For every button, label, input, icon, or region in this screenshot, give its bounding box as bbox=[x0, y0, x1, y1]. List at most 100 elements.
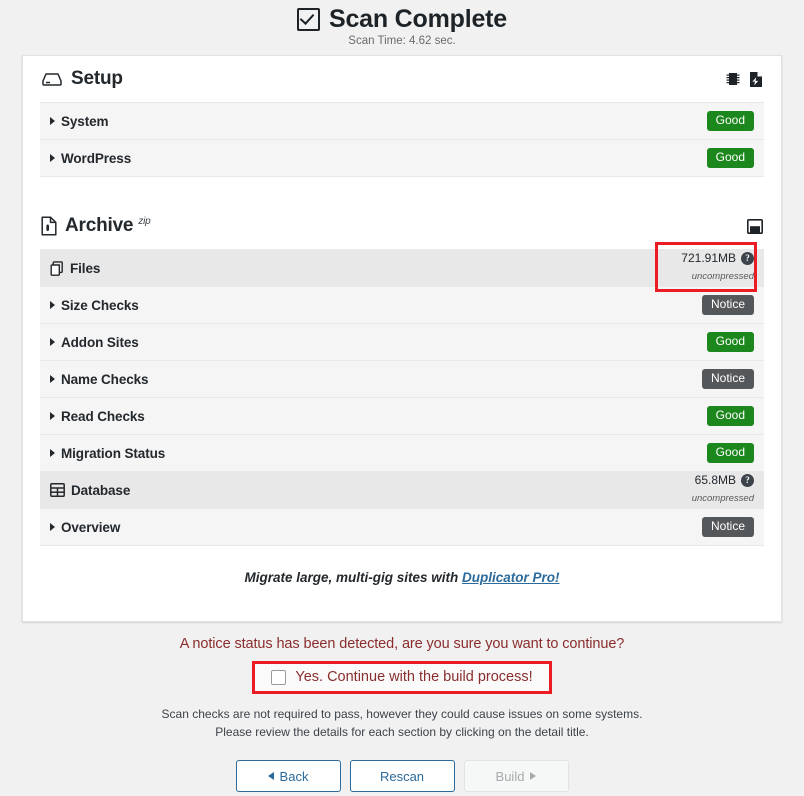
chevron-right-icon bbox=[50, 449, 55, 457]
chevron-right-icon bbox=[50, 301, 55, 309]
promo-banner: Migrate large, multi-gig sites with Dupl… bbox=[40, 546, 764, 621]
build-button[interactable]: Build bbox=[463, 760, 569, 792]
status-badge: Good bbox=[706, 406, 754, 426]
table-row[interactable]: Migration Status Good bbox=[40, 435, 764, 472]
table-grid-icon bbox=[50, 483, 65, 497]
table-row[interactable]: Name Checks Notice bbox=[40, 361, 764, 398]
row-status: Good bbox=[706, 443, 754, 463]
database-row[interactable]: Database 65.8MB ? uncompressed bbox=[40, 472, 764, 509]
rescan-button[interactable]: Rescan bbox=[349, 760, 455, 792]
question-mark-icon[interactable]: ? bbox=[741, 474, 754, 488]
row-status: Good bbox=[706, 148, 754, 168]
archive-row-label: Addon Sites bbox=[50, 335, 139, 350]
setup-row-label: System bbox=[50, 113, 109, 129]
sub-note-line-1: Scan checks are not required to pass, ho… bbox=[161, 707, 643, 721]
setup-title-text: Setup bbox=[71, 68, 123, 89]
row-text: Files bbox=[70, 260, 101, 276]
status-badge: Good bbox=[706, 443, 754, 463]
chevron-right-icon bbox=[50, 117, 55, 125]
section-spacer bbox=[40, 177, 764, 203]
continue-confirm-box[interactable]: Yes. Continue with the build process! bbox=[252, 661, 552, 694]
archive-row-label: Name Checks bbox=[50, 372, 149, 387]
chevron-right-icon bbox=[50, 412, 55, 420]
scan-results-card: Setup System Good WordPress Good Archive… bbox=[22, 55, 782, 622]
chevron-right-icon bbox=[50, 338, 55, 346]
continue-checkbox-label: Yes. Continue with the build process! bbox=[295, 669, 533, 685]
archive-box-icon[interactable] bbox=[747, 218, 763, 234]
scan-time-text: Scan Time: 4.62 sec. bbox=[348, 35, 456, 47]
setup-actions bbox=[726, 71, 763, 88]
row-status: Notice bbox=[701, 369, 754, 389]
archive-rows: Files 721.91MB ? uncompressed Size Check… bbox=[40, 250, 764, 546]
copy-files-icon bbox=[50, 260, 64, 276]
status-badge: Good bbox=[706, 148, 754, 168]
row-text: System bbox=[61, 113, 109, 129]
files-size-note: uncompressed bbox=[691, 270, 754, 282]
arrow-left-icon bbox=[267, 772, 274, 780]
page-title-text: Scan Complete bbox=[328, 5, 507, 33]
continue-checkbox[interactable] bbox=[271, 669, 287, 685]
status-badge: Notice bbox=[701, 517, 754, 537]
table-row[interactable]: Addon Sites Good bbox=[40, 324, 764, 361]
database-size: 65.8MB ? uncompressed bbox=[691, 472, 754, 506]
status-badge: Notice bbox=[701, 369, 754, 389]
archive-format-superscript: zip bbox=[138, 216, 151, 227]
database-size-note: uncompressed bbox=[691, 492, 754, 504]
archive-files-row[interactable]: Files 721.91MB ? uncompressed bbox=[40, 250, 764, 287]
database-row-label: Overview bbox=[50, 520, 120, 535]
chevron-right-icon bbox=[50, 154, 55, 162]
archive-section-header: Archive zip bbox=[40, 203, 764, 250]
row-status: Notice bbox=[701, 295, 754, 315]
status-badge: Good bbox=[706, 332, 754, 352]
sub-note-line-2: Please review the details for each secti… bbox=[215, 725, 589, 739]
checkbox-checked-icon bbox=[296, 8, 320, 31]
setup-title: Setup bbox=[41, 68, 123, 90]
files-size-value: 721.91MB bbox=[681, 250, 736, 265]
row-text: Database bbox=[71, 482, 131, 498]
archive-row-label: Migration Status bbox=[50, 446, 165, 461]
row-status: Good bbox=[706, 406, 754, 426]
archive-row-label: Read Checks bbox=[50, 409, 145, 424]
table-row[interactable]: Overview Notice bbox=[40, 509, 764, 546]
row-text: Addon Sites bbox=[61, 334, 139, 350]
chevron-right-icon bbox=[50, 523, 55, 531]
table-row[interactable]: WordPress Good bbox=[40, 140, 764, 177]
notice-question-text: A notice status has been detected, are y… bbox=[179, 636, 625, 652]
archive-row-label: Size Checks bbox=[50, 298, 139, 313]
back-button[interactable]: Back bbox=[235, 760, 341, 792]
table-row[interactable]: Size Checks Notice bbox=[40, 287, 764, 324]
table-row[interactable]: Read Checks Good bbox=[40, 398, 764, 435]
row-text: Migration Status bbox=[61, 445, 166, 461]
archive-title: Archive zip bbox=[41, 215, 151, 237]
row-status: Notice bbox=[701, 517, 754, 537]
file-zip-icon bbox=[41, 216, 57, 236]
archive-actions bbox=[747, 218, 763, 234]
row-text: Size Checks bbox=[61, 297, 139, 313]
row-status: Good bbox=[706, 111, 754, 131]
memory-chip-icon[interactable] bbox=[726, 71, 740, 87]
setup-row-label: WordPress bbox=[50, 151, 131, 166]
question-mark-icon[interactable]: ? bbox=[741, 252, 754, 266]
database-label: Database bbox=[50, 483, 130, 498]
archive-title-text: Archive bbox=[65, 215, 134, 236]
promo-text: Migrate large, multi-gig sites with bbox=[244, 570, 462, 585]
button-row: Back Rescan Build bbox=[0, 760, 804, 792]
row-text: WordPress bbox=[61, 150, 132, 166]
row-text: Read Checks bbox=[61, 408, 145, 424]
duplicator-pro-link[interactable]: Duplicator Pro! bbox=[462, 570, 560, 585]
back-button-label: Back bbox=[279, 768, 309, 784]
scan-sub-note: Scan checks are not required to pass, ho… bbox=[0, 705, 804, 741]
file-power-icon[interactable] bbox=[749, 71, 763, 88]
status-badge: Notice bbox=[701, 295, 754, 315]
table-row[interactable]: System Good bbox=[40, 103, 764, 140]
setup-rows: System Good WordPress Good bbox=[40, 103, 764, 177]
page-header: Scan Complete Scan Time: 4.62 sec. bbox=[0, 0, 804, 47]
database-size-value: 65.8MB bbox=[694, 472, 736, 487]
chevron-right-icon bbox=[50, 375, 55, 383]
page-title: Scan Complete bbox=[0, 7, 804, 32]
status-badge: Good bbox=[706, 111, 754, 131]
row-text: Overview bbox=[61, 519, 121, 535]
archive-files-size: 721.91MB ? uncompressed bbox=[681, 250, 754, 284]
arrow-right-icon bbox=[530, 772, 537, 780]
setup-section-header: Setup bbox=[40, 56, 764, 103]
